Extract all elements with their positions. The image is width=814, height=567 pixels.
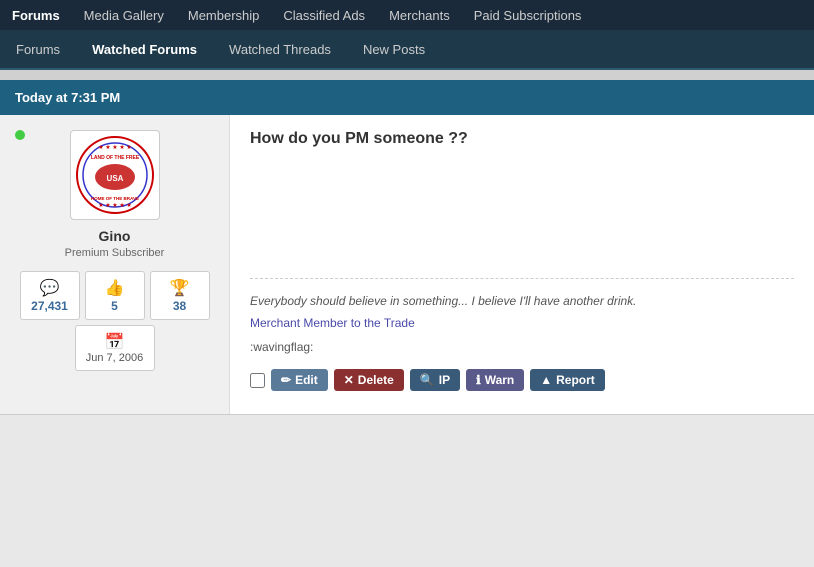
trophy-stat: 🏆 38 bbox=[150, 271, 210, 320]
post-divider bbox=[250, 278, 794, 279]
topnav-merchants[interactable]: Merchants bbox=[377, 0, 462, 30]
warn-icon: ℹ bbox=[476, 373, 481, 387]
svg-text:★ ★ ★ ★ ★: ★ ★ ★ ★ ★ bbox=[98, 144, 132, 151]
avatar-image: USA ★ ★ ★ ★ ★ ★ ★ ★ ★ ★ LAND OF THE FREE… bbox=[75, 135, 155, 215]
post-content: How do you PM someone ?? Everybody shoul… bbox=[230, 115, 814, 414]
likes-icon: 👍 bbox=[96, 278, 134, 298]
warn-label: Warn bbox=[485, 373, 515, 387]
edit-button[interactable]: ✏ Edit bbox=[271, 369, 328, 391]
posts-value: 27,431 bbox=[31, 299, 68, 313]
trophy-value: 38 bbox=[173, 299, 186, 313]
topnav-forums[interactable]: Forums bbox=[0, 0, 72, 30]
post-select-checkbox[interactable] bbox=[250, 373, 265, 388]
post-merchant: Merchant Member to the Trade bbox=[250, 316, 794, 330]
post-emoticon: :wavingflag: bbox=[250, 340, 794, 354]
post-container: USA ★ ★ ★ ★ ★ ★ ★ ★ ★ ★ LAND OF THE FREE… bbox=[0, 115, 814, 415]
top-navigation: Forums Media Gallery Membership Classifi… bbox=[0, 0, 814, 30]
ip-button[interactable]: 🔍 IP bbox=[410, 369, 460, 391]
subnav-watched-forums[interactable]: Watched Forums bbox=[76, 30, 213, 68]
report-icon: ▲ bbox=[540, 373, 552, 387]
date-header-text: Today at 7:31 PM bbox=[15, 90, 120, 105]
topnav-classifieds[interactable]: Classified Ads bbox=[271, 0, 377, 30]
likes-stat: 👍 5 bbox=[85, 271, 145, 320]
trophy-icon: 🏆 bbox=[161, 278, 199, 298]
svg-text:USA: USA bbox=[106, 174, 123, 183]
topnav-subscriptions[interactable]: Paid Subscriptions bbox=[462, 0, 594, 30]
svg-text:LAND OF THE FREE: LAND OF THE FREE bbox=[90, 155, 139, 161]
topnav-media[interactable]: Media Gallery bbox=[72, 0, 176, 30]
secondary-navigation: Forums Watched Forums Watched Threads Ne… bbox=[0, 30, 814, 70]
join-date: Jun 7, 2006 bbox=[86, 352, 144, 364]
subnav-new-posts[interactable]: New Posts bbox=[347, 30, 441, 68]
svg-text:HOME OF THE BRAVE: HOME OF THE BRAVE bbox=[91, 196, 139, 201]
post-title: How do you PM someone ?? bbox=[250, 130, 794, 148]
calendar-icon: 📅 bbox=[86, 332, 144, 352]
subnav-watched-threads[interactable]: Watched Threads bbox=[213, 30, 347, 68]
post-signature: Everybody should believe in something...… bbox=[250, 294, 794, 308]
ip-label: IP bbox=[439, 373, 450, 387]
online-indicator bbox=[15, 130, 25, 140]
topnav-membership[interactable]: Membership bbox=[176, 0, 272, 30]
avatar: USA ★ ★ ★ ★ ★ ★ ★ ★ ★ ★ LAND OF THE FREE… bbox=[70, 130, 160, 220]
posts-stat: 💬 27,431 bbox=[20, 271, 80, 320]
user-stats: 💬 27,431 👍 5 🏆 38 bbox=[10, 271, 219, 320]
delete-label: Delete bbox=[358, 373, 394, 387]
post-body bbox=[250, 163, 794, 263]
post-actions: ✏ Edit ✕ Delete 🔍 IP ℹ Warn ▲ Report bbox=[250, 369, 794, 391]
posts-icon: 💬 bbox=[31, 278, 69, 298]
user-sidebar: USA ★ ★ ★ ★ ★ ★ ★ ★ ★ ★ LAND OF THE FREE… bbox=[0, 115, 230, 414]
report-button[interactable]: ▲ Report bbox=[530, 369, 605, 391]
warn-button[interactable]: ℹ Warn bbox=[466, 369, 524, 391]
subnav-forums[interactable]: Forums bbox=[0, 30, 76, 68]
ip-icon: 🔍 bbox=[420, 373, 435, 387]
user-role: Premium Subscriber bbox=[65, 247, 165, 259]
likes-value: 5 bbox=[111, 299, 118, 313]
edit-icon: ✏ bbox=[281, 373, 291, 387]
svg-text:★ ★ ★ ★ ★: ★ ★ ★ ★ ★ bbox=[98, 202, 132, 209]
username[interactable]: Gino bbox=[99, 228, 131, 244]
delete-button[interactable]: ✕ Delete bbox=[334, 369, 404, 391]
join-date-box: 📅 Jun 7, 2006 bbox=[75, 325, 155, 371]
delete-icon: ✕ bbox=[344, 373, 354, 387]
report-label: Report bbox=[556, 373, 595, 387]
edit-label: Edit bbox=[295, 373, 318, 387]
spacer bbox=[0, 70, 814, 80]
date-header: Today at 7:31 PM bbox=[0, 80, 814, 115]
